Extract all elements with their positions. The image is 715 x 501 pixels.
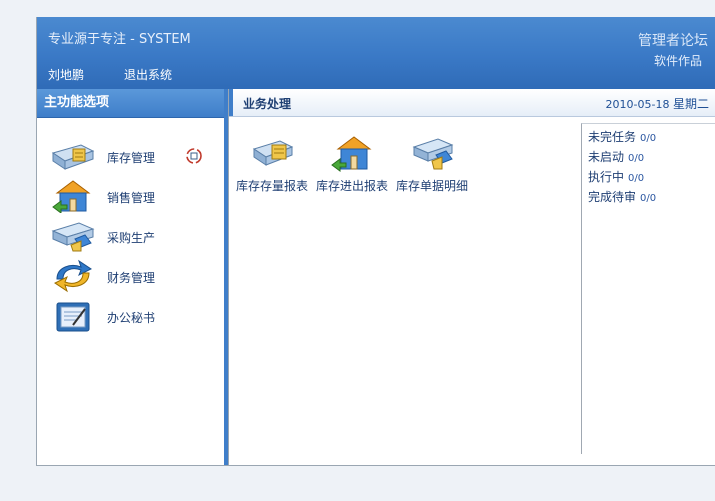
func-label-stock-report: 库存存量报表 — [235, 179, 308, 193]
main-header: 业务处理 2010-05-18 星期二 — [229, 89, 715, 117]
purchase-icon — [51, 222, 95, 252]
main-title: 业务处理 — [243, 97, 292, 111]
menu-label-purchase: 采购生产 — [107, 231, 156, 245]
sales-house-icon — [52, 180, 91, 213]
task-count-not-started: 0/0 — [628, 153, 645, 164]
func-stock-report[interactable]: 库存存量报表 — [235, 133, 309, 203]
logout-link[interactable]: 退出系统 — [124, 66, 172, 83]
doc-detail-icon — [412, 138, 454, 170]
task-label-not-started: 未启动 — [588, 150, 625, 164]
func-label-doc-detail: 库存单据明细 — [395, 179, 468, 193]
software-works: 软件作品 — [653, 54, 702, 68]
task-panel: 未完任务 0/0 未启动 0/0 执行中 0/0 完成待审 0/0 — [581, 123, 715, 454]
main-panel: 业务处理 2010-05-18 星期二 库存存量报表 库存进出报表 库存单据明细… — [228, 89, 715, 465]
menu-item-finance[interactable]: 财务管理 — [51, 259, 216, 295]
task-count-in-progress: 0/0 — [628, 173, 645, 184]
app-window: 专业源于专注 - SYSTEM 刘地鹏 退出系统 管理者论坛 软件作品 主功能选… — [36, 17, 715, 466]
menu-item-inventory[interactable]: 库存管理 — [51, 139, 216, 175]
menu-label-finance: 财务管理 — [107, 271, 156, 285]
menu-label-inventory: 库存管理 — [107, 151, 156, 165]
date-value: 2010-05-18 — [605, 98, 670, 111]
header-banner: 专业源于专注 - SYSTEM 刘地鹏 退出系统 管理者论坛 软件作品 — [37, 17, 715, 89]
func-doc-detail[interactable]: 库存单据明细 — [395, 133, 469, 203]
current-user: 刘地鹏 — [48, 68, 85, 82]
system-title: 专业源于专注 - SYSTEM — [48, 32, 191, 47]
header-accent-bar — [229, 89, 233, 116]
menu-label-sales: 销售管理 — [107, 191, 156, 205]
task-not-started[interactable]: 未启动 0/0 — [588, 148, 644, 165]
menu-item-purchase[interactable]: 采购生产 — [51, 219, 216, 255]
func-label-in-out-report: 库存进出报表 — [315, 179, 388, 193]
inventory-icon — [51, 144, 95, 170]
sidebar-title: 主功能选项 — [37, 89, 224, 118]
in-out-report-icon — [331, 136, 372, 172]
task-in-progress[interactable]: 执行中 0/0 — [588, 168, 644, 185]
task-count-unfinished: 0/0 — [640, 133, 657, 144]
refresh-icon[interactable] — [185, 147, 203, 165]
menu-label-office: 办公秘书 — [107, 311, 156, 325]
task-count-pending-review: 0/0 — [640, 193, 657, 204]
task-pending-review[interactable]: 完成待审 0/0 — [588, 188, 656, 205]
forum-brand: 管理者论坛 — [638, 33, 708, 49]
func-in-out-report[interactable]: 库存进出报表 — [315, 133, 389, 203]
task-unfinished[interactable]: 未完任务 0/0 — [588, 128, 656, 145]
weekday-value: 星期二 — [672, 97, 709, 111]
task-label-in-progress: 执行中 — [588, 170, 625, 184]
stock-report-icon — [252, 140, 294, 166]
task-label-unfinished: 未完任务 — [588, 130, 637, 144]
office-icon — [56, 302, 90, 332]
date-display: 2010-05-18 星期二 — [606, 95, 709, 112]
finance-icon — [54, 259, 92, 293]
sidebar: 主功能选项 库存管理 销售管理 采购生产 财务管理 办公秘书 — [37, 89, 228, 465]
menu-item-office[interactable]: 办公秘书 — [51, 299, 216, 335]
menu-item-sales[interactable]: 销售管理 — [51, 179, 216, 215]
task-label-pending-review: 完成待审 — [588, 190, 637, 204]
